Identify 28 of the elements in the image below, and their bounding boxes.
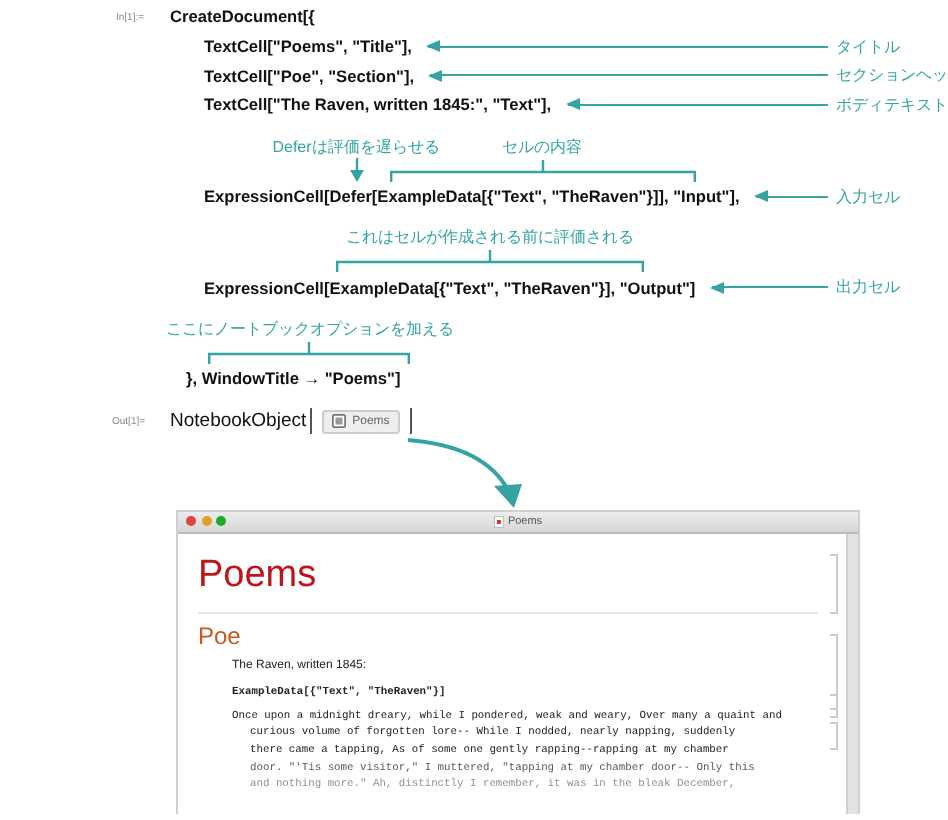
close-button[interactable]	[186, 516, 196, 527]
code-line: ExpressionCell[Defer[ExampleData[{"Text", "TheRaven"}]], "Input"],	[204, 187, 740, 205]
callout-label: これはセルが作成される前に評価される	[346, 226, 634, 249]
callout-label: セルの内容	[502, 135, 582, 158]
code-line: TextCell["The Raven, written 1845:", "Text"],	[204, 96, 552, 114]
callout-label: 出力セル	[836, 276, 902, 299]
cell-bracket[interactable]	[830, 693, 838, 718]
callout-label: セクションヘッ	[836, 64, 948, 87]
minimize-button[interactable]	[201, 516, 211, 527]
down-arrow	[349, 157, 363, 182]
code-line: NotebookObject	[170, 410, 307, 433]
callout-label: Deferは評価を遅らせる	[272, 135, 440, 158]
code-line: TextCell["Poe", "Section"],	[204, 67, 415, 84]
notebook-icon	[332, 414, 347, 429]
code-line: CreateDocument[{	[170, 8, 315, 25]
section-heading: Poe	[198, 619, 243, 652]
title-cell: Poems	[198, 545, 818, 614]
zoom-button[interactable]	[216, 516, 226, 527]
callout-label: ボディテキスト	[836, 93, 948, 116]
callout-label: ここにノートブックオプションを加える	[166, 318, 454, 341]
callout-label: タイトル	[836, 35, 902, 58]
callout-label: 入力セル	[836, 185, 902, 208]
cell-bracket[interactable]	[830, 553, 838, 614]
code-line: TextCell["Poems", "Title"],	[204, 37, 412, 55]
cell-bracket[interactable]	[830, 633, 838, 710]
cell-bracket[interactable]	[830, 721, 838, 750]
code-line: ExpressionCell[ExampleData[{"Text", "TheRaven"}], "Output"]	[204, 279, 696, 296]
code-line: }, WindowTitle → "Poems"]	[186, 370, 401, 388]
